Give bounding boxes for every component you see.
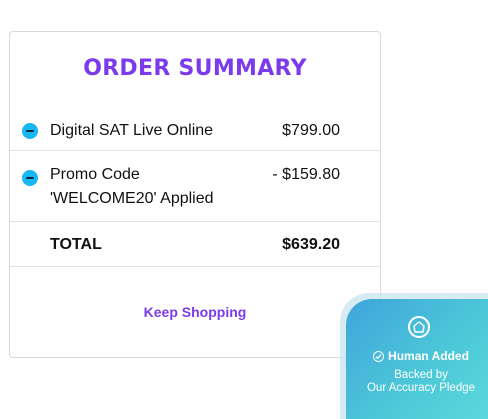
total-value: $639.20 [282,236,340,253]
promo-line-item: Promo Code 'WELCOME20' Applied - $159.80 [10,151,380,222]
badge-headline-text: Human Added [388,349,469,363]
line-item: Digital SAT Live Online $799.00 [10,111,380,151]
home-badge-icon [408,316,430,338]
badge-headline: Human Added [346,349,488,363]
badge-line-2: Our Accuracy Pledge [366,382,476,394]
remove-item-icon[interactable] [22,123,38,139]
promo-label: Promo Code 'WELCOME20' Applied [50,166,214,207]
check-circle-icon [373,350,385,362]
accuracy-pledge-badge[interactable]: Human Added Backed by Our Accuracy Pledg… [346,299,488,419]
line-item-label: Digital SAT Live Online [50,122,214,139]
badge-subtext: Backed by Our Accuracy Pledge [356,369,486,395]
line-item-price: $799.00 [282,122,340,139]
total-row: TOTAL $639.20 [10,222,380,267]
order-summary-title: ORDER SUMMARY [83,56,307,81]
remove-promo-icon[interactable] [22,170,38,186]
badge-line-1: Backed by [394,369,448,381]
keep-shopping-link[interactable]: Keep Shopping [10,304,380,320]
order-summary-card: ORDER SUMMARY Digital SAT Live Online $7… [9,31,381,358]
total-label: TOTAL [50,236,102,253]
promo-discount: - $159.80 [272,166,340,183]
